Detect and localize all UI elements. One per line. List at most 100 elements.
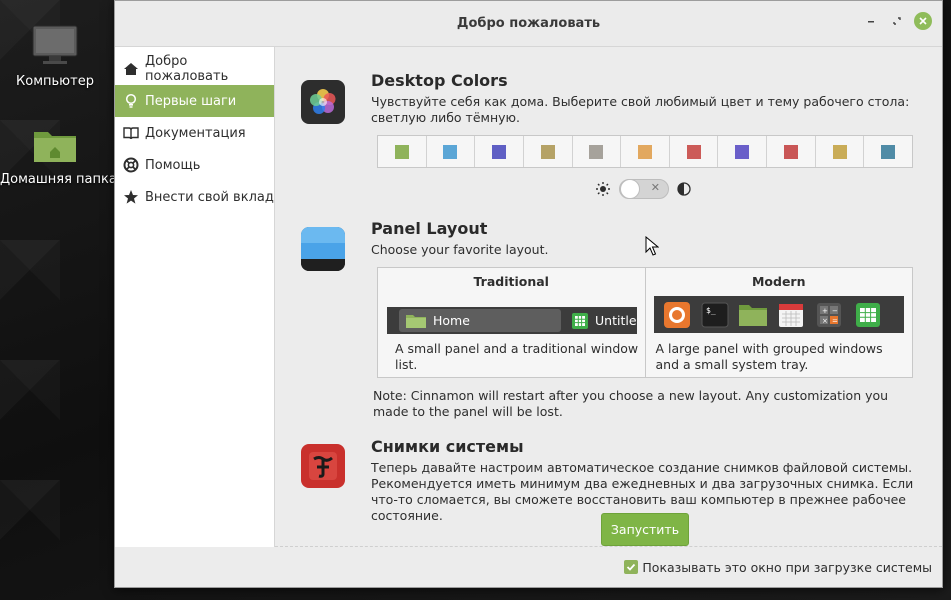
folder-icon [34,132,76,162]
layout-modern-title: Modern [751,274,806,289]
sidebar-item-label: Помощь [145,157,201,173]
color-swatch-chip [443,144,458,159]
calculator-icon: + − × = [810,296,848,333]
layout-traditional-title: Traditional [473,274,549,289]
color-swatch-chip [589,144,604,159]
layout-chooser: Traditional Home Untitle A small panel a… [377,267,913,378]
color-swatch-10[interactable] [816,136,865,167]
timeshift-icon [301,444,345,488]
color-swatch-bar [377,135,913,168]
svg-text:$_: $_ [706,306,716,315]
sidebar-item-label: Документация [145,125,246,141]
color-swatch-2[interactable] [427,136,476,167]
show-on-startup-checkbox[interactable] [624,560,639,574]
welcome-window: Добро пожаловать Добро пожаловать Первые… [114,0,943,588]
maximize-button[interactable] [888,12,906,30]
window-list-button: Home [399,309,561,332]
color-swatch-chip [783,144,798,159]
color-swatch-chip [881,144,896,159]
checkmark-icon [627,563,636,571]
maximize-icon [893,17,901,25]
sun-icon [596,182,610,196]
modern-panel-preview: $_ + − × = [653,296,904,333]
switch-off-icon: ✕ [650,181,660,194]
panel-layout-note: Note: Cinnamon will restart after you ch… [373,388,889,419]
book-icon [123,125,139,141]
launch-timeshift-button[interactable]: Запустить [601,513,689,546]
sidebar-item-documentation[interactable]: Документация [115,117,274,149]
close-button[interactable] [914,12,932,30]
minimize-button[interactable] [862,12,880,30]
sidebar-item-welcome[interactable]: Добро пожаловать [115,53,274,85]
sidebar-item-label: Внести свой вклад [145,189,274,205]
desktop-icon-label: Домашняя папка [0,172,117,187]
window-list-label: Untitle [595,313,637,328]
desktop-icon-home-folder[interactable]: Домашняя папка [0,126,117,187]
desktop-colors-icon [301,80,345,124]
show-on-startup-label: Показывать это окно при загрузке системы [642,559,932,575]
theme-toggle: ✕ [595,179,691,199]
color-swatch-chip [492,144,507,159]
color-swatch-chip [638,144,653,159]
first-steps-content: Desktop Colors Чувствуйте себя как дома.… [275,47,942,547]
sidebar-item-help[interactable]: Помощь [115,149,274,181]
scrollbar[interactable] [939,47,942,546]
color-swatch-chip [540,144,555,159]
desktop-colors-text: Чувствуйте себя как дома. Выберите свой … [371,94,910,125]
desktop-colors-title: Desktop Colors [371,71,508,90]
svg-text:×: × [822,317,828,325]
desktop-icon-computer[interactable]: Компьютер [0,24,110,89]
panel-layout-icon [301,227,345,271]
home-icon [123,61,139,77]
spreadsheet-icon [572,312,588,329]
window-list-button: Untitle [571,312,637,330]
color-swatch-5[interactable] [573,136,622,167]
star-icon [123,189,139,205]
svg-text:+: + [822,307,828,315]
sidebar-item-contribute[interactable]: Внести свой вклад [115,181,274,213]
color-swatch-6[interactable] [621,136,670,167]
firefox-icon [658,296,696,333]
color-swatch-chip [394,144,409,159]
color-swatch-4[interactable] [524,136,573,167]
sidebar-item-label: Добро пожаловать [145,54,229,84]
lifebuoy-icon [123,157,139,173]
snapshots-title: Снимки системы [371,437,524,456]
color-swatch-chip [735,144,750,159]
dark-mode-switch[interactable]: ✕ [619,179,669,199]
folder-icon [734,296,772,333]
titlebar[interactable]: Добро пожаловать [115,1,942,47]
sidebar-item-first-steps[interactable]: Первые шаги [115,85,274,117]
traditional-panel-preview: Home Untitle [387,307,637,334]
lightbulb-icon [123,93,139,109]
folder-icon [406,314,426,328]
moon-icon [677,182,691,196]
footer-bar: Показывать это окно при загрузке системы [115,547,942,587]
sidebar-item-label: Первые шаги [145,93,237,109]
layout-modern-description: A large panel with grouped windows and a… [655,341,883,372]
computer-icon [32,25,78,64]
panel-layout-text: Choose your favorite layout. [371,242,549,257]
color-swatch-7[interactable] [670,136,719,167]
color-swatch-11[interactable] [864,136,912,167]
color-swatch-1[interactable] [378,136,427,167]
svg-text:−: − [832,307,838,315]
terminal-icon: $_ [696,296,734,333]
minimize-icon [868,21,874,23]
layout-traditional-description: A small panel and a traditional window l… [395,341,639,372]
layout-modern[interactable]: Modern $_ + − × = A large panel with gro… [644,268,913,377]
calendar-icon [772,296,810,333]
layout-traditional[interactable]: Traditional Home Untitle A small panel a… [378,268,645,377]
mouse-pointer-icon [645,236,659,256]
color-swatch-9[interactable] [767,136,816,167]
panel-layout-title: Panel Layout [371,219,488,238]
color-swatch-8[interactable] [718,136,768,167]
switch-knob [620,179,640,199]
close-icon [919,17,927,25]
svg-text:=: = [832,317,838,325]
window-list-label: Home [433,313,470,328]
sidebar: Добро пожаловать Первые шаги Документаци… [115,47,275,547]
color-swatch-chip [686,144,701,159]
desktop-icon-label: Компьютер [16,74,94,89]
color-swatch-3[interactable] [475,136,524,167]
